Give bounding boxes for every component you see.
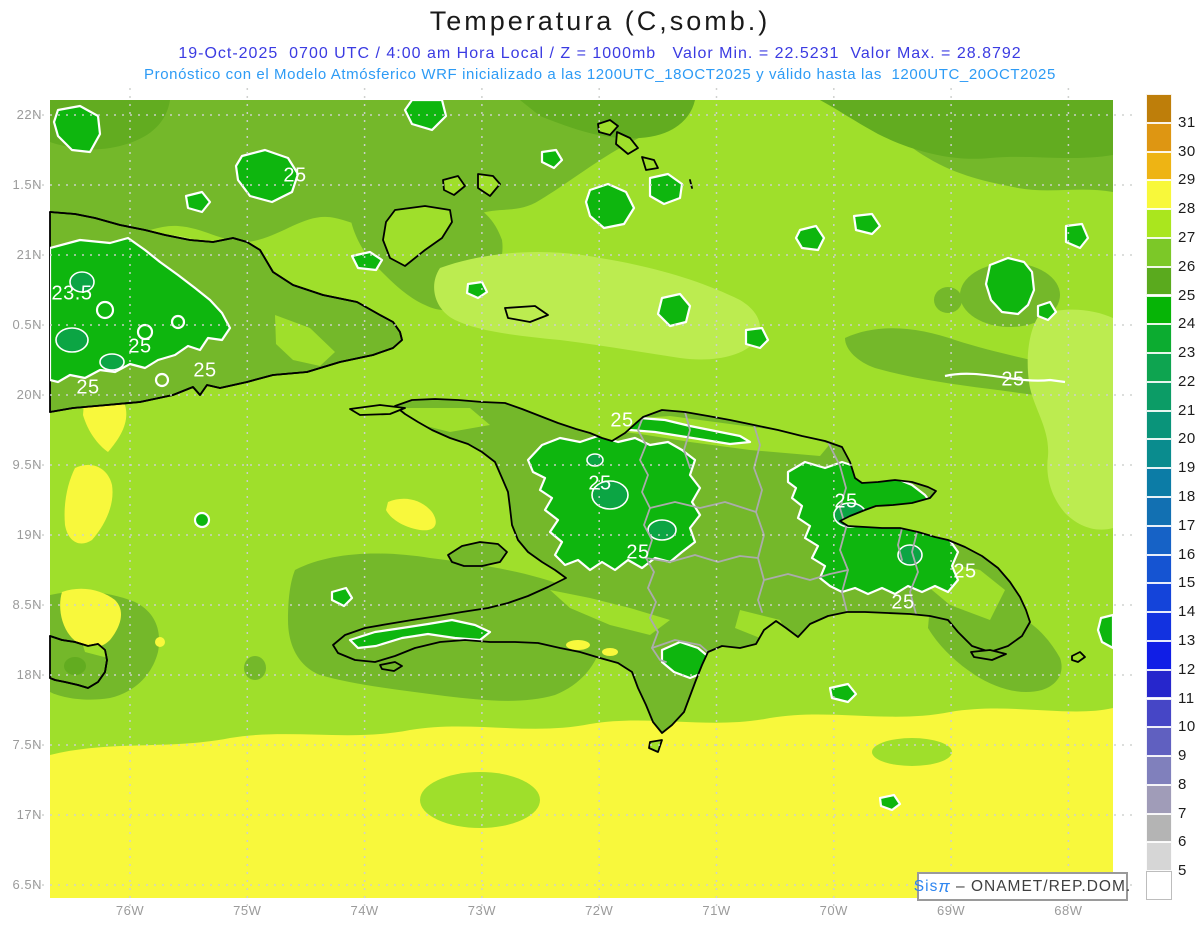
colorbar-segment — [1146, 209, 1172, 238]
contour-value-label: 23.5 — [51, 282, 93, 305]
lat-tick-label: 8.5N — [12, 597, 42, 612]
colorbar-tick-label: 22 — [1178, 372, 1196, 390]
contour-value-label: 25 — [953, 560, 977, 583]
lat-tick-label: 1.5N — [12, 177, 42, 192]
colorbar-tick-label: 28 — [1178, 200, 1196, 218]
lon-tick-label: 74W — [350, 903, 379, 918]
colorbar-segment — [1146, 525, 1172, 555]
colorbar — [1146, 94, 1172, 900]
colorbar-segment — [1146, 122, 1172, 152]
colorbar-tick-label: 15 — [1178, 574, 1196, 592]
colorbar-tick-label: 23 — [1178, 344, 1196, 362]
colorbar-segment — [1146, 554, 1172, 584]
subtitle-model-validity: Pronóstico con el Modelo Atmósferico WRF… — [144, 66, 1056, 83]
lon-tick-label: 75W — [233, 903, 262, 918]
lat-tick-label: 0.5N — [12, 317, 42, 332]
contour-value-label: 25 — [834, 490, 858, 513]
lon-tick-label: 68W — [1054, 903, 1083, 918]
contour-value-label: 25 — [891, 591, 915, 614]
colorbar-segment — [1146, 410, 1172, 440]
colorbar-tick-label: 7 — [1178, 804, 1187, 822]
lat-tick-label: 19N — [16, 527, 42, 542]
temperature-map — [26, 88, 1132, 912]
colorbar-tick-label: 21 — [1178, 401, 1196, 419]
colorbar-tick-label: 12 — [1178, 660, 1196, 678]
colorbar-tick-label: 24 — [1178, 315, 1196, 333]
colorbar-segment — [1146, 727, 1172, 757]
colorbar-tick-label: 29 — [1178, 171, 1196, 189]
colorbar-segment — [1146, 151, 1172, 181]
weather-map-page: { "header": { "title": "Temperatura (C,s… — [0, 0, 1200, 927]
pi-glyph: π — [938, 876, 951, 896]
colorbar-tick-label: 30 — [1178, 142, 1196, 160]
attribution-org: – ONAMET/REP.DOM. — [950, 877, 1132, 895]
lat-tick-label: 22N — [16, 107, 42, 122]
lat-tick-label: 6.5N — [12, 877, 42, 892]
colorbar-segment — [1146, 756, 1172, 785]
contour-value-label: 25 — [76, 376, 100, 399]
colorbar-segment — [1146, 94, 1172, 123]
contour-value-label: 25 — [128, 335, 152, 358]
colorbar-segment — [1146, 698, 1172, 728]
colorbar-segment — [1146, 439, 1172, 469]
lat-tick-label: 17N — [16, 807, 42, 822]
colorbar-tick-label: 27 — [1178, 228, 1196, 246]
brand-name: Sis — [913, 877, 939, 895]
lon-tick-label: 76W — [115, 903, 145, 918]
lon-tick-label: 69W — [936, 903, 966, 918]
colorbar-segment — [1146, 295, 1172, 325]
contour-value-label: 25 — [610, 409, 634, 432]
subtitle-datetime-minmax: 19-Oct-2025 0700 UTC / 4:00 am Hora Loca… — [178, 45, 1022, 62]
colorbar-segment — [1146, 612, 1172, 641]
colorbar-segment — [1146, 784, 1172, 814]
colorbar-segment — [1146, 353, 1172, 382]
colorbar-segment — [1146, 237, 1172, 267]
lon-tick-label: 72W — [585, 903, 614, 918]
colorbar-tick-label: 9 — [1178, 747, 1187, 765]
colorbar-segment — [1146, 842, 1172, 872]
colorbar-segment — [1146, 381, 1172, 411]
colorbar-tick-label: 11 — [1178, 689, 1195, 707]
contour-value-label: 25 — [1001, 368, 1025, 391]
colorbar-tick-label: 31 — [1178, 113, 1196, 131]
colorbar-tick-label: 26 — [1178, 257, 1196, 275]
colorbar-tick-label: 10 — [1178, 718, 1196, 736]
colorbar-segment — [1146, 266, 1172, 296]
colorbar-tick-label: 16 — [1178, 545, 1196, 563]
colorbar-segment — [1146, 324, 1172, 354]
lat-tick-label: 9.5N — [12, 457, 42, 472]
colorbar-segment — [1146, 813, 1172, 843]
lon-tick-label: 73W — [467, 903, 496, 918]
colorbar-tick-label: 17 — [1178, 516, 1196, 534]
colorbar-tick-label: 25 — [1178, 286, 1196, 304]
colorbar-segment — [1146, 669, 1172, 699]
lat-tick-label: 7.5N — [12, 737, 42, 752]
contour-value-label: 25 — [588, 472, 612, 495]
colorbar-tick-label: 18 — [1178, 488, 1196, 505]
attribution-box: Sis π – ONAMET/REP.DOM. — [913, 872, 1130, 901]
colorbar-tick-label: 13 — [1178, 631, 1196, 649]
lon-tick-label: 70W — [819, 903, 848, 918]
colorbar-tick-label: 8 — [1178, 775, 1187, 793]
lat-tick-label: 20N — [16, 387, 42, 402]
colorbar-segment — [1146, 583, 1172, 613]
colorbar-segment — [1146, 497, 1172, 526]
colorbar-segment — [1146, 640, 1172, 670]
lat-tick-label: 18N — [16, 667, 42, 682]
colorbar-tick-label: 19 — [1178, 459, 1196, 477]
colorbar-segment — [1146, 468, 1172, 497]
contour-value-label: 25 — [626, 541, 650, 564]
lat-tick-label: 21N — [16, 247, 42, 262]
colorbar-segment — [1146, 180, 1172, 210]
colorbar-tick-label: 14 — [1178, 603, 1196, 621]
lon-tick-label: 71W — [702, 903, 731, 918]
contour-value-label: 25 — [283, 164, 307, 187]
contour-value-label: 25 — [193, 359, 217, 382]
page-title: Temperatura (C,somb.) — [429, 6, 771, 36]
colorbar-tick-label: 20 — [1178, 430, 1196, 448]
colorbar-segment — [1146, 871, 1172, 900]
colorbar-tick-label: 5 — [1178, 862, 1187, 880]
colorbar-tick-label: 6 — [1178, 833, 1187, 851]
